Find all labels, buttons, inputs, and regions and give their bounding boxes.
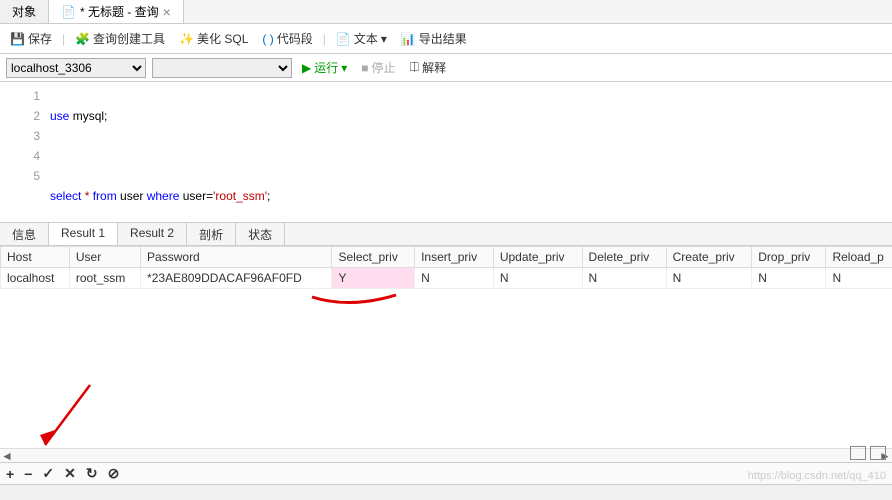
tab-query[interactable]: 📄 * 无标题 - 查询 × [49,0,184,23]
close-icon[interactable]: × [163,5,171,19]
form-view-icon[interactable] [870,446,886,460]
chevron-down-icon: ▾ [381,32,387,46]
builder-icon: 🧩 [75,32,90,46]
watermark: https://blog.csdn.net/qq_410 [748,470,886,482]
run-toolbar: localhost_3306 ▶运行▾ ■停止 ⎅解释 [0,54,892,82]
tab-objects[interactable]: 对象 [0,0,49,23]
delete-row-button[interactable]: − [24,466,32,482]
tab-result2[interactable]: Result 2 [118,223,187,245]
cancel-button[interactable]: ✕ [64,465,76,482]
braces-icon: ( ) [262,32,273,46]
export-icon: 📊 [401,32,416,46]
apply-button[interactable]: ✓ [42,465,54,482]
text-button[interactable]: 📄文本▾ [332,28,391,49]
table-header: HostUserPasswordSelect_privInsert_privUp… [1,247,892,268]
tab-info[interactable]: 信息 [0,223,49,245]
query-icon: 📄 [61,5,76,19]
run-button[interactable]: ▶运行▾ [298,57,351,78]
play-icon: ▶ [302,61,311,75]
main-toolbar: 💾保存 | 🧩查询创建工具 ✨美化 SQL ( )代码段 | 📄文本▾ 📊导出结… [0,24,892,54]
query-builder-button[interactable]: 🧩查询创建工具 [71,28,169,49]
explain-icon: ⎅ [410,60,420,75]
refresh-button[interactable]: ↻ [86,465,98,482]
stop-button[interactable]: ■停止 [357,57,399,78]
export-button[interactable]: 📊导出结果 [397,28,471,49]
snippet-button[interactable]: ( )代码段 [258,28,316,49]
connection-select[interactable]: localhost_3306 [6,58,146,78]
save-button[interactable]: 💾保存 [6,28,56,49]
explain-button[interactable]: ⎅解释 [406,57,451,78]
grid-view-icon[interactable] [850,446,866,460]
tab-profile[interactable]: 剖析 [187,223,236,245]
annotation-underline [310,291,400,311]
top-tabs: 对象 📄 * 无标题 - 查询 × [0,0,892,24]
code-editor[interactable]: 12345 use mysql; select * from user wher… [0,82,892,222]
result-tabs: 信息 Result 1 Result 2 剖析 状态 [0,222,892,246]
view-mode-icons [850,446,886,460]
tab-result1[interactable]: Result 1 [49,223,118,245]
result-grid[interactable]: HostUserPasswordSelect_privInsert_privUp… [0,246,892,446]
add-row-button[interactable]: + [6,466,14,482]
horizontal-scrollbar[interactable]: ◄ ► [0,448,892,462]
scroll-left-icon[interactable]: ◄ [0,449,14,463]
stop-icon: ■ [361,61,368,75]
code-area[interactable]: use mysql; select * from user where user… [50,82,270,222]
database-select[interactable] [152,58,292,78]
save-icon: 💾 [10,32,25,46]
statusbar [0,484,892,500]
line-gutter: 12345 [0,82,50,222]
beautify-button[interactable]: ✨美化 SQL [175,28,252,49]
table-row[interactable]: localhostroot_ssm*23AE809DDACAF96AF0FDYN… [1,268,892,289]
stop-button[interactable]: ⊘ [108,465,120,482]
chevron-down-icon: ▾ [341,61,347,75]
tab-status[interactable]: 状态 [236,223,285,245]
wand-icon: ✨ [179,32,194,46]
doc-icon: 📄 [336,32,351,46]
